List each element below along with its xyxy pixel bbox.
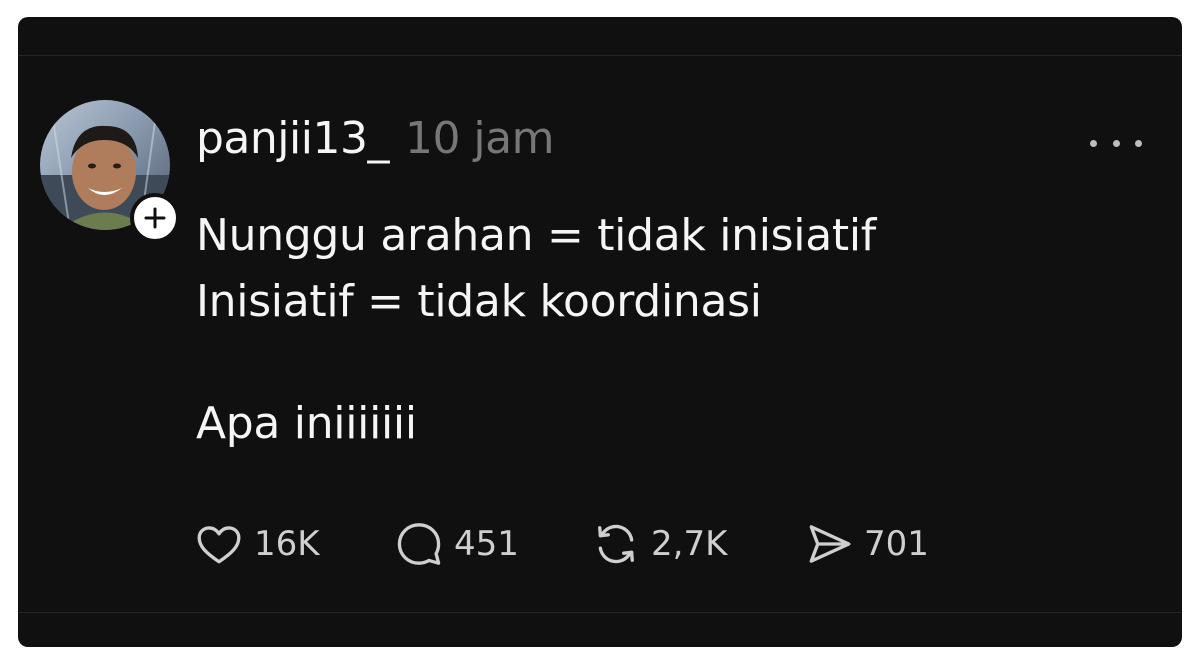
post-card: panjii13_ 10 jam Nunggu arahan = tidak i… [18, 17, 1182, 647]
more-dot [1112, 139, 1120, 147]
like-count: 16K [254, 524, 320, 564]
action-bar: 16K 451 2,7K 701 [194, 519, 964, 569]
post-text-line: Apa iniiiiiii [196, 398, 417, 449]
share-count: 701 [864, 524, 929, 564]
follow-button[interactable] [130, 193, 180, 243]
bottom-divider [18, 612, 1182, 613]
username[interactable]: panjii13_ [196, 113, 389, 164]
reply-count: 451 [454, 524, 519, 564]
timestamp[interactable]: 10 jam [405, 113, 555, 164]
send-icon [809, 525, 851, 563]
more-dot [1090, 139, 1097, 147]
like-button[interactable]: 16K [194, 519, 394, 569]
post-body: Nunggu arahan = tidak inisiatif Inisiati… [196, 203, 876, 457]
reply-button[interactable]: 451 [394, 519, 591, 569]
top-divider [18, 55, 1182, 56]
post-text-line: Nunggu arahan = tidak inisiatif [196, 210, 876, 261]
share-button[interactable]: 701 [804, 519, 964, 569]
repost-button[interactable]: 2,7K [591, 519, 804, 569]
comment-icon [397, 523, 441, 565]
more-options-button[interactable] [1090, 129, 1142, 157]
repost-icon [598, 524, 634, 564]
post-text-line: Inisiatif = tidak koordinasi [196, 276, 762, 327]
heart-icon [197, 526, 241, 564]
repost-count: 2,7K [651, 524, 728, 564]
plus-icon [144, 207, 166, 229]
more-dot [1135, 139, 1142, 147]
post-header: panjii13_ 10 jam [196, 113, 554, 164]
